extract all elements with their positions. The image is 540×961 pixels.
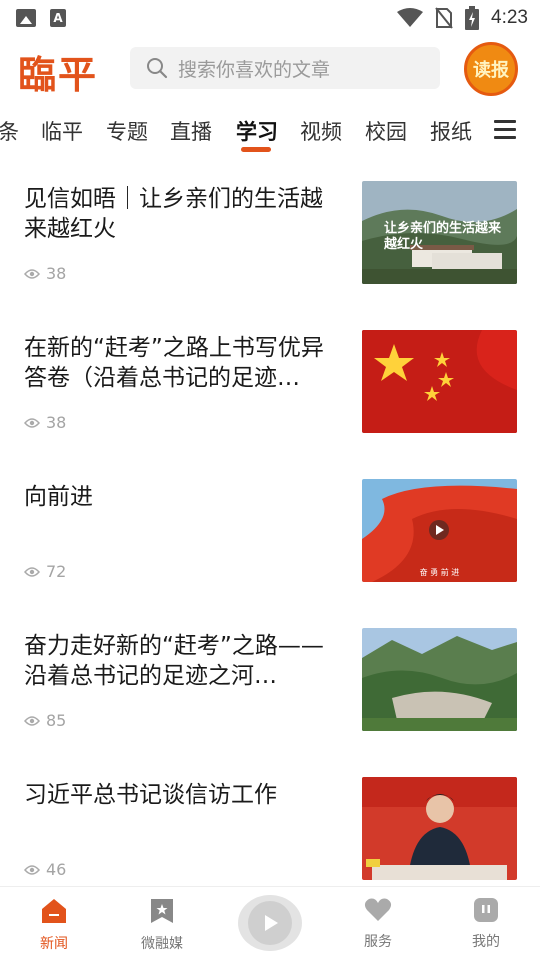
nav-label: 新闻 xyxy=(40,936,68,952)
nav-label: 我的 xyxy=(472,934,500,950)
status-time: 4:23 xyxy=(491,7,528,28)
play-icon xyxy=(265,915,278,931)
view-count: 38 xyxy=(24,413,66,432)
app-header: 臨平 搜索你喜欢的文章 读报 xyxy=(0,36,540,102)
bottom-navigation: 新闻 微融媒 服务 我的 xyxy=(0,886,540,961)
gallery-notification-icon xyxy=(16,9,36,27)
search-bar[interactable]: 搜索你喜欢的文章 xyxy=(130,47,440,89)
eye-icon xyxy=(24,715,40,726)
article-item[interactable]: 见信如晤｜让乡亲们的生活越来越红火 38 让乡亲们的生活越来越红火 xyxy=(0,180,540,330)
nav-label: 微融媒 xyxy=(141,936,183,952)
eye-icon xyxy=(24,417,40,428)
view-count: 72 xyxy=(24,562,66,581)
view-count-value: 46 xyxy=(46,860,67,879)
news-icon xyxy=(42,899,66,923)
a-notification-icon: A xyxy=(50,9,66,27)
search-icon xyxy=(147,58,168,79)
search-placeholder: 搜索你喜欢的文章 xyxy=(178,58,331,81)
tab-shipin[interactable]: 视频 xyxy=(300,116,342,146)
play-button[interactable] xyxy=(238,895,302,951)
tab-zhibo[interactable]: 直播 xyxy=(170,116,212,146)
nav-label: 服务 xyxy=(364,934,392,950)
tab-0[interactable]: 条 xyxy=(0,116,19,146)
app-logo[interactable]: 臨平 xyxy=(18,44,98,99)
nav-mine[interactable]: 我的 xyxy=(446,897,526,951)
tab-zhuanti[interactable]: 专题 xyxy=(106,116,148,146)
read-newspaper-button[interactable]: 读报 xyxy=(464,42,518,96)
eye-icon xyxy=(24,566,40,577)
view-count-value: 38 xyxy=(46,413,67,432)
tab-linping[interactable]: 临平 xyxy=(41,116,83,146)
article-title: 奋力走好新的“赶考”之路——沿着总书记的足迹之河… xyxy=(24,633,324,689)
article-item[interactable]: 在新的“赶考”之路上书写优异答卷（沿着总书记的足迹… 38 xyxy=(0,329,540,479)
channel-tabs: 条 临平 专题 直播 学习 视频 校园 报纸 xyxy=(0,102,540,158)
nav-news[interactable]: 新闻 xyxy=(14,897,94,953)
article-thumbnail xyxy=(362,777,517,880)
article-item[interactable]: 向前进 72 奋 勇 前 进 xyxy=(0,478,540,628)
article-thumbnail: 让乡亲们的生活越来越红火 xyxy=(362,181,517,284)
article-title: 习近平总书记谈信访工作 xyxy=(24,782,277,808)
tab-baozhi[interactable]: 报纸 xyxy=(430,116,472,146)
profile-icon xyxy=(474,898,498,922)
active-tab-indicator xyxy=(241,147,271,152)
no-sim-icon xyxy=(435,7,453,29)
view-count: 85 xyxy=(24,711,66,730)
view-count: 46 xyxy=(24,860,66,879)
article-title: 向前进 xyxy=(24,484,93,510)
heart-icon xyxy=(364,898,392,921)
status-bar: A 4:23 xyxy=(0,0,540,36)
article-thumbnail xyxy=(362,330,517,433)
view-count-value: 72 xyxy=(46,562,67,581)
thumbnail-caption: 让乡亲们的生活越来越红火 xyxy=(384,221,502,252)
tab-xuexi[interactable]: 学习 xyxy=(236,116,278,146)
nav-media[interactable]: 微融媒 xyxy=(122,897,202,953)
menu-icon[interactable] xyxy=(494,120,516,144)
eye-icon xyxy=(24,268,40,279)
wifi-icon xyxy=(397,8,424,27)
bookmark-star-icon xyxy=(151,899,173,923)
article-item[interactable]: 奋力走好新的“赶考”之路——沿着总书记的足迹之河… 85 xyxy=(0,627,540,777)
read-badge-label: 读报 xyxy=(473,60,509,81)
view-count: 38 xyxy=(24,264,66,283)
article-title: 见信如晤｜让乡亲们的生活越来越红火 xyxy=(24,186,323,242)
eye-icon xyxy=(24,864,40,875)
article-thumbnail xyxy=(362,628,517,731)
thumbnail-caption: 奋 勇 前 进 xyxy=(419,568,460,577)
view-count-value: 38 xyxy=(46,264,67,283)
tab-xiaoyuan[interactable]: 校园 xyxy=(365,116,407,146)
article-thumbnail: 奋 勇 前 进 xyxy=(362,479,517,582)
article-title: 在新的“赶考”之路上书写优异答卷（沿着总书记的足迹… xyxy=(24,335,324,391)
battery-icon xyxy=(465,6,480,30)
nav-services[interactable]: 服务 xyxy=(338,897,418,951)
view-count-value: 85 xyxy=(46,711,67,730)
